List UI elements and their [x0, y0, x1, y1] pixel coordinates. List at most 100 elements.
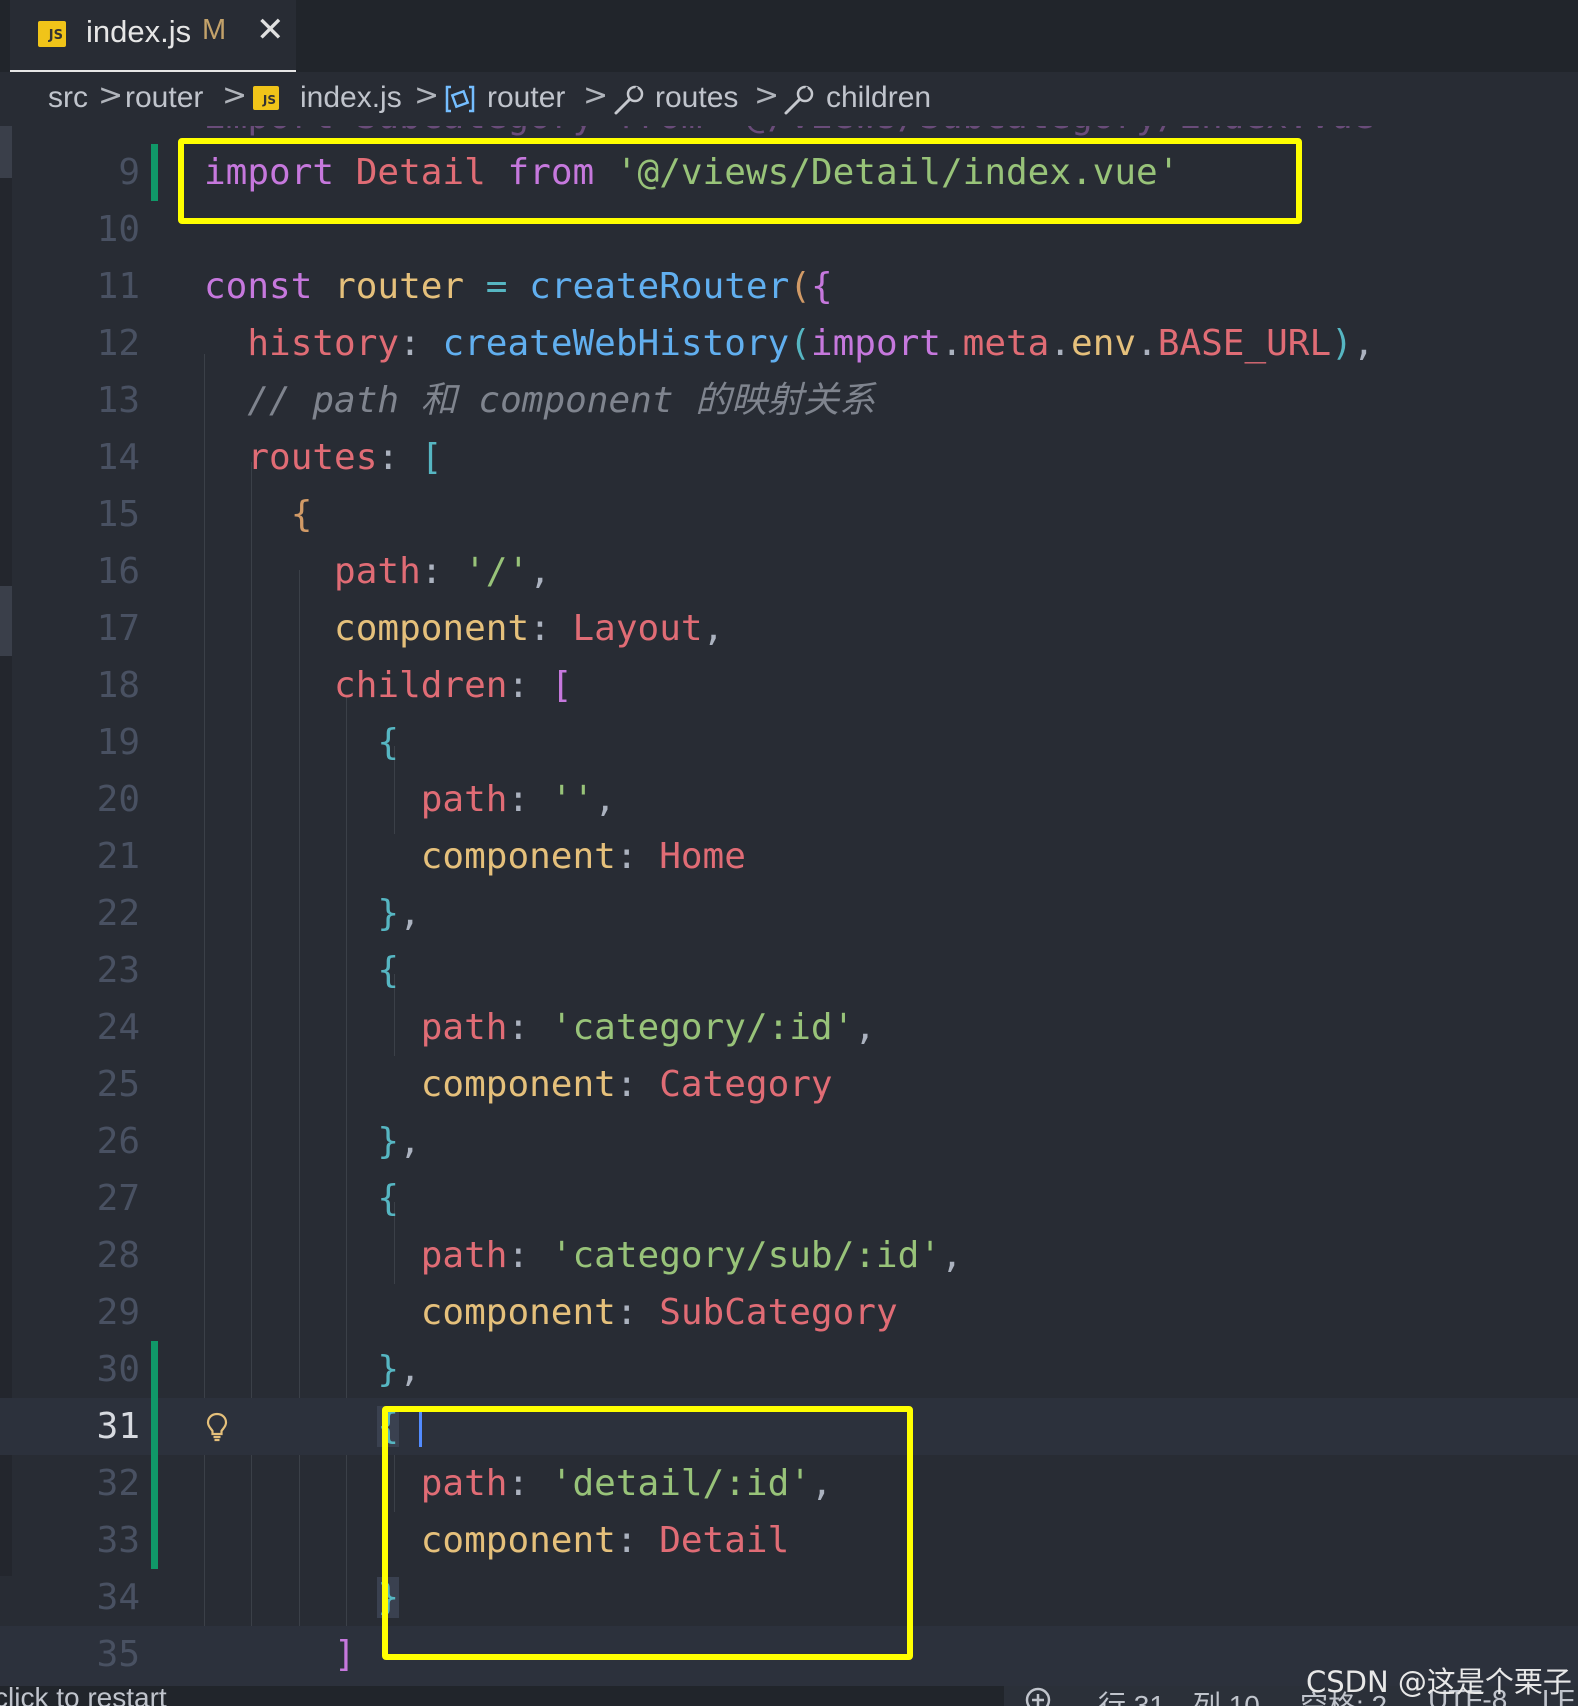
modified-indicator: M — [202, 14, 227, 46]
line-number: 30 — [96, 1349, 140, 1390]
line-number: 26 — [96, 1121, 140, 1162]
line-number: 21 — [96, 836, 140, 877]
chevron-right-icon: > — [222, 78, 248, 113]
code-line-25: 25 component: Category — [0, 1056, 1578, 1113]
highlight-box-detail-route — [382, 1406, 913, 1660]
tab-filename: index.js — [86, 14, 192, 49]
code-line-content: history: createWebHistory(import.meta.en… — [247, 323, 1375, 364]
line-number: 17 — [96, 608, 140, 649]
line-number: 10 — [96, 209, 140, 250]
code-line-content: component: Layout, — [334, 608, 725, 649]
code-line-15: 15 { — [0, 486, 1578, 543]
git-added-marker — [151, 1455, 158, 1512]
line-number: 28 — [96, 1235, 140, 1276]
git-added-marker — [151, 1398, 158, 1455]
code-editor[interactable]: import SubCategory from '@/views/SubCate… — [0, 126, 1578, 1686]
code-line-content: ] — [334, 1634, 356, 1675]
code-line-content: { — [377, 950, 400, 991]
git-added-marker — [151, 1512, 158, 1569]
editor-tab-index-js[interactable]: JS index.js M ✕ — [10, 0, 296, 72]
code-line-29: 29 component: SubCategory — [0, 1284, 1578, 1341]
code-line-content: // path 和 component 的映射关系 — [247, 380, 876, 421]
line-number: 11 — [96, 266, 140, 307]
breadcrumb: src > router > JS index.js > router > ro… — [0, 72, 1578, 126]
code-line-20: 20 path: '', — [0, 771, 1578, 828]
property-wrench-icon — [614, 85, 644, 115]
js-file-icon: JS — [38, 21, 66, 47]
code-line-content: } — [377, 1577, 400, 1618]
code-line-content: children: [ — [334, 665, 573, 706]
line-number: 18 — [96, 665, 140, 706]
code-line-content: const router = createRouter({ — [204, 266, 833, 307]
breadcrumb-item-index-js[interactable]: index.js — [300, 81, 402, 115]
tab-bar: JS index.js M ✕ — [0, 0, 1578, 72]
line-number: 9 — [118, 152, 140, 193]
code-line-23: 23 { — [0, 942, 1578, 999]
line-number: 12 — [96, 323, 140, 364]
code-line-21: 21 component: Home — [0, 828, 1578, 885]
code-line-content: { — [377, 722, 400, 763]
code-line-12: 12 history: createWebHistory(import.meta… — [0, 315, 1578, 372]
module-icon — [445, 85, 475, 113]
code-line-content: routes: [ — [247, 437, 443, 478]
line-number: 27 — [96, 1178, 140, 1219]
line-number: 19 — [96, 722, 140, 763]
code-line-30: 30 }, — [0, 1341, 1578, 1398]
line-number: 25 — [96, 1064, 140, 1105]
breadcrumb-item-router-symbol[interactable]: router — [487, 81, 565, 115]
code-line-11: 11 const router = createRouter({ — [0, 258, 1578, 315]
line-number: 32 — [96, 1463, 140, 1504]
code-line-content: { — [377, 1406, 400, 1447]
code-line-content: { — [290, 494, 313, 535]
code-line-13: 13 // path 和 component 的映射关系 — [0, 372, 1578, 429]
code-line-content: { — [377, 1178, 400, 1219]
code-line-content: component: SubCategory — [420, 1292, 898, 1333]
breadcrumb-item-routes[interactable]: routes — [655, 81, 738, 115]
chevron-right-icon: > — [583, 78, 609, 113]
property-wrench-icon — [784, 85, 814, 115]
code-line-27: 27 { — [0, 1170, 1578, 1227]
line-number: 15 — [96, 494, 140, 535]
code-line-content: path: '/', — [334, 551, 551, 592]
status-cursor-position[interactable]: 行 31，列 10 — [1098, 1686, 1260, 1706]
breadcrumb-item-children[interactable]: children — [826, 81, 931, 115]
close-tab-icon[interactable]: ✕ — [256, 10, 285, 50]
git-added-marker — [151, 1341, 158, 1398]
code-line-content: }, — [377, 893, 421, 934]
chevron-right-icon: > — [414, 78, 440, 113]
code-line-content: }, — [377, 1349, 421, 1390]
line-number: 22 — [96, 893, 140, 934]
code-line-24: 24 path: 'category/:id', — [0, 999, 1578, 1056]
code-line-content: path: 'category/sub/:id', — [420, 1235, 963, 1276]
line-number: 14 — [96, 437, 140, 478]
status-restart-hint[interactable]: click to restart — [0, 1686, 167, 1706]
code-line-22: 22 }, — [0, 885, 1578, 942]
code-line-content: component: Home — [420, 836, 746, 877]
line-number: 31 — [96, 1406, 140, 1447]
zoom-in-icon[interactable] — [1024, 1686, 1052, 1706]
line-number: 29 — [96, 1292, 140, 1333]
line-number: 33 — [96, 1520, 140, 1561]
line-number: 24 — [96, 1007, 140, 1048]
code-line-28: 28 path: 'category/sub/:id', — [0, 1227, 1578, 1284]
code-line-content: path: '', — [420, 779, 616, 820]
code-line-content: }, — [377, 1121, 421, 1162]
chevron-right-icon: > — [98, 78, 124, 113]
breadcrumb-item-router-folder[interactable]: router — [125, 81, 203, 115]
line-number: 20 — [96, 779, 140, 820]
line-number: 35 — [96, 1634, 140, 1675]
line-number: 13 — [96, 380, 140, 421]
js-file-icon: JS — [253, 86, 279, 110]
line-number: 23 — [96, 950, 140, 991]
code-line-16: 16 path: '/', — [0, 543, 1578, 600]
breadcrumb-item-src[interactable]: src — [48, 81, 88, 115]
code-line-content: path: 'category/:id', — [420, 1007, 876, 1048]
git-added-marker — [151, 144, 158, 201]
code-line-18: 18 children: [ — [0, 657, 1578, 714]
highlight-box-import — [178, 138, 1302, 224]
csdn-watermark: CSDN @这是个栗子 — [1306, 1665, 1572, 1699]
code-line-14: 14 routes: [ — [0, 429, 1578, 486]
line-number: 34 — [96, 1577, 140, 1618]
code-line-content: component: Category — [420, 1064, 833, 1105]
code-line-17: 17 component: Layout, — [0, 600, 1578, 657]
